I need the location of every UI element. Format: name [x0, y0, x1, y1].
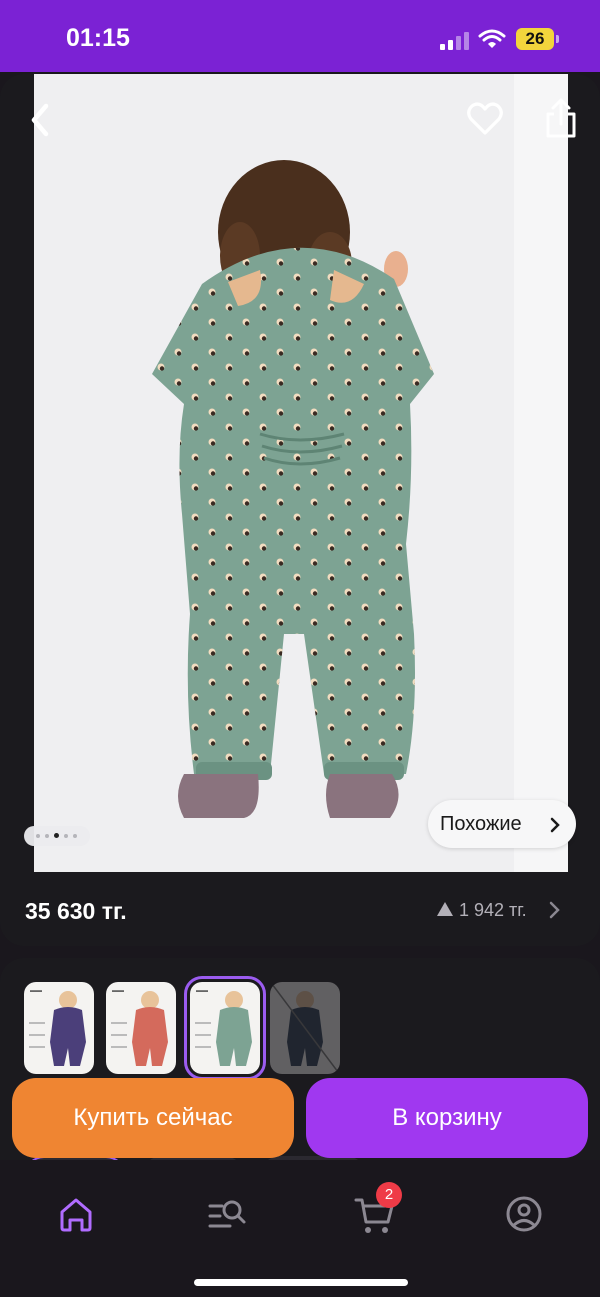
variant-image [29, 991, 86, 1066]
tab-bar [0, 1160, 600, 1297]
product-photo[interactable] [34, 74, 568, 872]
signal-icon [440, 30, 470, 50]
battery-tip [556, 35, 559, 43]
battery-icon: 26 [516, 28, 554, 50]
wifi-icon [478, 29, 506, 48]
product-price: 35 630 тг. [25, 898, 127, 924]
variant-thumb-purple[interactable]: ▬▬ [24, 982, 94, 1074]
variant-thumb-green[interactable]: ▬▬ [184, 976, 266, 1080]
cart-badge: 2 [376, 1182, 402, 1208]
status-time: 01:15 [66, 24, 130, 52]
buy-now-button[interactable]: Купить сейчас [12, 1078, 294, 1158]
thumb-brand-mark: ▬▬ [30, 988, 42, 994]
bonus-amount[interactable]: 1 942 тг. [436, 900, 527, 921]
catalog-search-icon[interactable] [202, 1190, 250, 1238]
home-icon[interactable] [52, 1190, 100, 1238]
similar-button[interactable]: Похожие [428, 800, 576, 848]
back-icon[interactable] [22, 98, 62, 142]
add-to-cart-button[interactable]: В корзину [306, 1078, 588, 1158]
home-indicator [194, 1279, 408, 1286]
share-icon[interactable] [540, 96, 582, 142]
variant-image [195, 991, 252, 1066]
product-illustration [34, 74, 568, 872]
bonus-triangle-icon [437, 902, 453, 916]
variant-image [271, 983, 339, 1073]
variant-thumb-navy[interactable] [270, 982, 340, 1074]
similar-label: Похожие [440, 813, 522, 835]
variant-thumb-coral[interactable]: ▬▬ [106, 982, 176, 1074]
chevron-right-icon[interactable] [548, 900, 562, 920]
heart-icon[interactable] [464, 98, 506, 140]
status-bar: 01:15 26 [0, 0, 600, 72]
thumb-brand-mark: ▬▬ [112, 988, 124, 994]
gallery-pagination [24, 826, 90, 846]
profile-icon[interactable] [500, 1190, 548, 1238]
variant-image [111, 991, 168, 1066]
chevron-right-icon [550, 817, 560, 833]
bonus-value: 1 942 тг. [459, 900, 527, 920]
product-card: Похожие 35 630 тг. 1 942 тг. [0, 74, 600, 946]
thumb-brand-mark: ▬▬ [196, 988, 208, 994]
